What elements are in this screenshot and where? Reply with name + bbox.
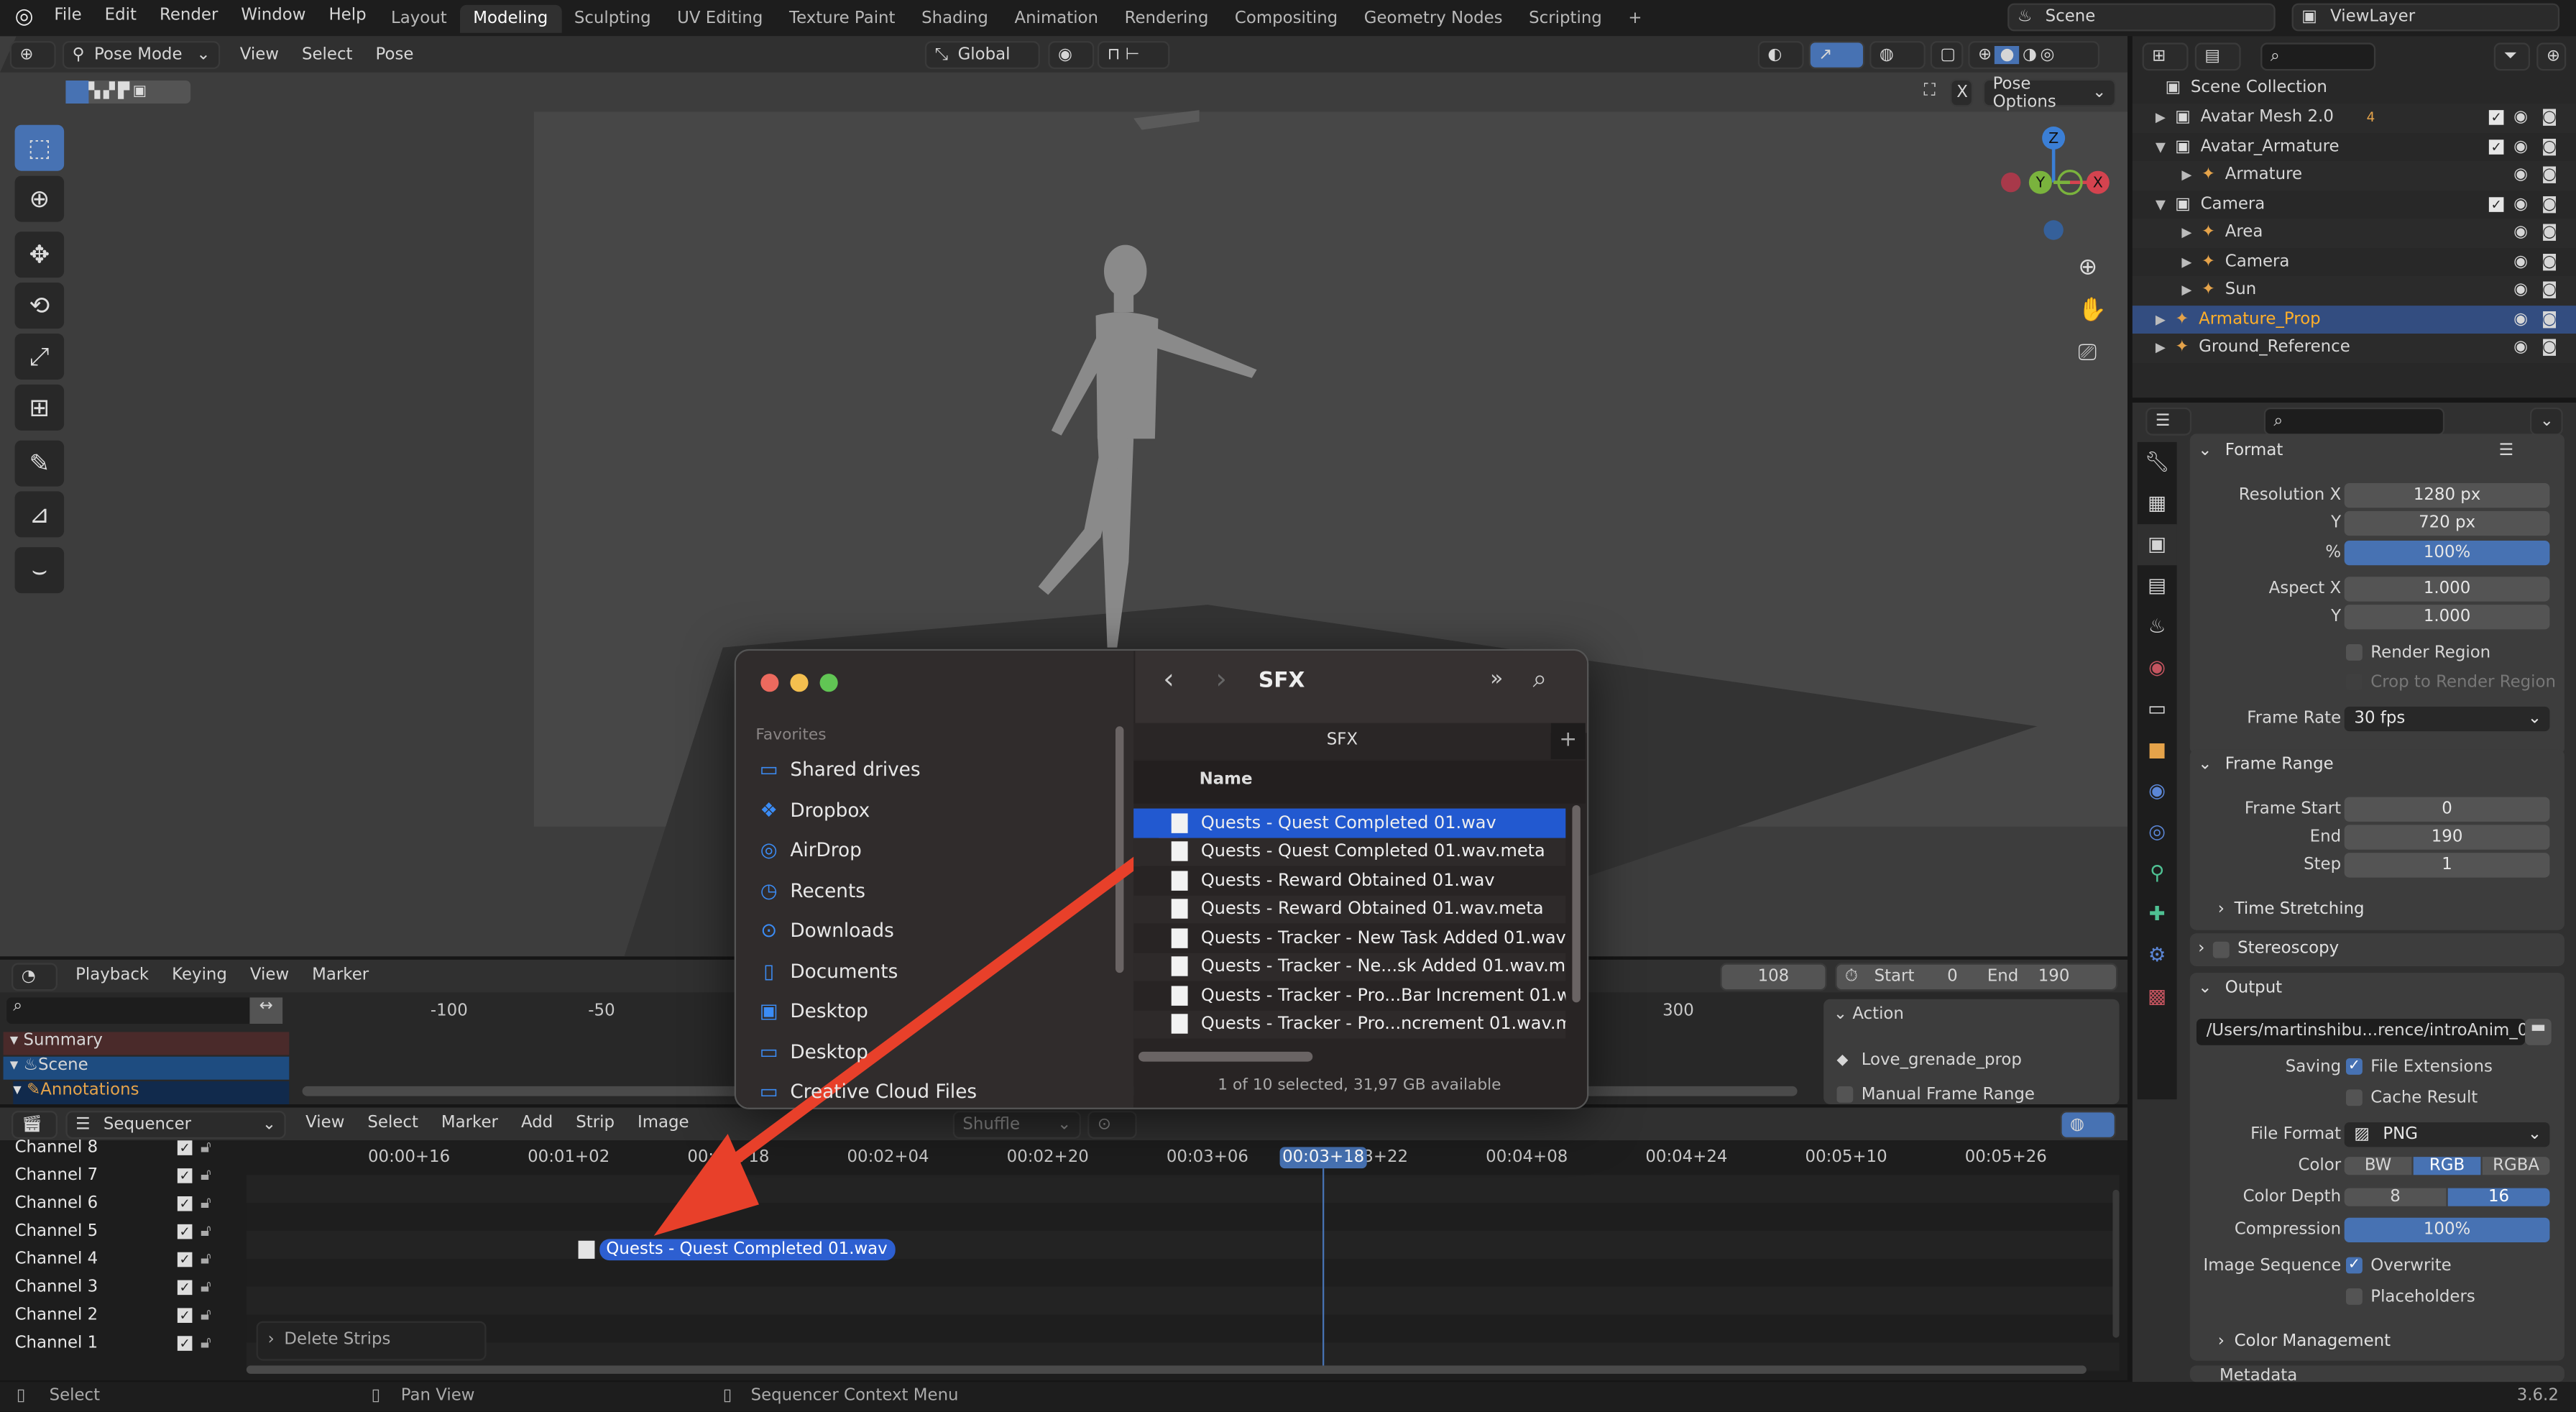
file-name: Quests - Quest Completed 01.wav: [1200, 812, 1496, 833]
favorite-item[interactable]: ◷ Recents: [758, 879, 865, 902]
file-name: Quests - Tracker - New Task Added 01.wav: [1200, 927, 1566, 948]
favorite-item[interactable]: ▯ Documents: [758, 959, 898, 982]
file-row[interactable]: Quests - Reward Obtained 01.wav.meta: [1133, 894, 1566, 924]
file-row[interactable]: Quests - Tracker - Ne...sk Added 01.wav.…: [1133, 952, 1566, 981]
file-row[interactable]: Quests - Tracker - Pro...ncrement 01.wav…: [1133, 1009, 1566, 1039]
file-name: Quests - Quest Completed 01.wav.meta: [1200, 841, 1545, 862]
file-name: Quests - Tracker - Pro...Bar Increment 0…: [1200, 985, 1566, 1006]
file-row[interactable]: Quests - Quest Completed 01.wav: [1133, 808, 1566, 838]
favorite-item[interactable]: ◎ AirDrop: [758, 838, 862, 861]
file-name: Quests - Reward Obtained 01.wav: [1200, 870, 1495, 891]
favorite-label: Dropbox: [790, 797, 870, 821]
download-icon: ⊙: [760, 918, 778, 942]
favorite-label: Desktop: [790, 999, 868, 1022]
folder-icon: ▭: [759, 1079, 778, 1103]
favorite-item[interactable]: ▣ Desktop: [758, 999, 868, 1022]
folder-icon: ▭: [759, 757, 778, 781]
file-icon: [1171, 899, 1188, 920]
favorite-label: Shared drives: [790, 757, 921, 781]
favorite-label: Recents: [790, 878, 865, 902]
favorite-item[interactable]: ▭ Desktop: [758, 1040, 868, 1063]
document-icon: ▯: [763, 958, 775, 982]
file-row[interactable]: Quests - Reward Obtained 01.wav: [1133, 866, 1566, 895]
favorite-label: AirDrop: [790, 838, 862, 861]
audio-file-icon: [1171, 927, 1188, 948]
file-icon: [1171, 1014, 1188, 1035]
favorite-label: Documents: [790, 958, 898, 982]
favorite-item[interactable]: ▭ Creative Cloud Files: [758, 1080, 977, 1103]
file-icon: [1171, 841, 1188, 862]
favorite-label: Creative Cloud Files: [790, 1079, 978, 1103]
file-name: Quests - Reward Obtained 01.wav.meta: [1200, 899, 1544, 920]
favorite-item[interactable]: ▭ Shared drives: [758, 758, 921, 781]
audio-file-icon: [1171, 985, 1188, 1006]
favorite-item[interactable]: ❖ Dropbox: [758, 798, 870, 821]
favorite-item[interactable]: ⊙ Downloads: [758, 919, 894, 942]
file-row[interactable]: Quests - Quest Completed 01.wav.meta: [1133, 837, 1566, 866]
file-row[interactable]: Quests - Tracker - New Task Added 01.wav: [1133, 923, 1566, 953]
audio-file-icon: [1171, 812, 1188, 833]
desktop-icon: ▣: [759, 999, 778, 1022]
file-name: Quests - Tracker - Ne...sk Added 01.wav.…: [1200, 956, 1566, 977]
dropbox-icon: ❖: [760, 797, 778, 821]
audio-file-icon: [1171, 870, 1188, 891]
folder-icon: ▭: [759, 1039, 778, 1063]
file-row[interactable]: Quests - Tracker - Pro...Bar Increment 0…: [1133, 981, 1566, 1010]
favorite-label: Downloads: [790, 918, 894, 942]
favorite-label: Desktop: [790, 1039, 868, 1063]
file-icon: [1171, 956, 1188, 977]
clock-icon: ◷: [760, 878, 778, 902]
file-name: Quests - Tracker - Pro...ncrement 01.wav…: [1200, 1014, 1566, 1035]
drag-arrow-annotation: [653, 819, 1192, 1236]
blender-window: ◎ File Edit Render Window Help Layout Modelin…: [0, 0, 2576, 1412]
airdrop-icon: ◎: [760, 838, 778, 861]
